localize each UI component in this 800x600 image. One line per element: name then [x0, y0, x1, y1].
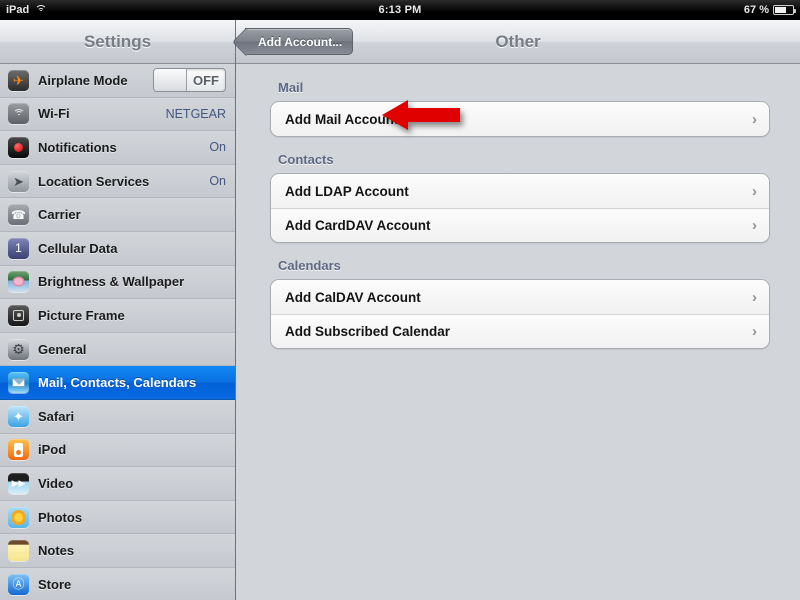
settings-row-label: Add Subscribed Calendar: [285, 324, 752, 339]
ipod-icon: [8, 439, 29, 460]
carrier-phone-icon: ☎: [8, 204, 29, 225]
sidebar-item-label: Brightness & Wallpaper: [38, 274, 235, 289]
location-icon: ➤: [8, 171, 29, 192]
settings-row-add-caldav-account[interactable]: Add CalDAV Account ›: [271, 280, 769, 314]
sidebar-item-label: Safari: [38, 409, 235, 424]
settings-row-add-ldap-account[interactable]: Add LDAP Account ›: [271, 174, 769, 208]
brightness-wallpaper-icon: [8, 271, 29, 292]
settings-group: Add Mail Account ›: [270, 101, 770, 137]
settings-group: Add LDAP Account › Add CardDAV Account ›: [270, 173, 770, 243]
cellular-antenna-icon: ὎1: [8, 238, 29, 259]
device-label: iPad: [6, 4, 29, 16]
sidebar-item-notifications[interactable]: Notifications On: [0, 131, 235, 165]
sidebar-item-label: Photos: [38, 510, 235, 525]
status-bar-right: 67 %: [600, 4, 800, 16]
battery-percent-label: 67 %: [744, 4, 769, 16]
safari-compass-icon: ✦: [8, 406, 29, 427]
mail-envelope-icon: [8, 372, 29, 393]
sidebar-item-label: Cellular Data: [38, 241, 235, 256]
settings-row-label: Add CardDAV Account: [285, 218, 752, 233]
photos-sunflower-icon: [8, 507, 29, 528]
sidebar-item-wi-fi[interactable]: Wi-Fi NETGEAR: [0, 98, 235, 132]
sidebar-item-video[interactable]: ▶▶ Video: [0, 467, 235, 501]
sidebar-header: Settings: [0, 20, 235, 64]
settings-row-label: Add Mail Account: [285, 112, 752, 127]
sidebar-item-carrier[interactable]: ☎ Carrier: [0, 198, 235, 232]
chevron-right-icon: ›: [752, 290, 757, 305]
sidebar-item-label: iPod: [38, 442, 235, 457]
wifi-icon: [8, 103, 29, 124]
chevron-right-icon: ›: [752, 324, 757, 339]
airplane-icon: ✈: [8, 70, 29, 91]
sidebar-item-picture-frame[interactable]: Picture Frame: [0, 299, 235, 333]
sidebar-item-value: On: [209, 174, 235, 188]
section-header: Contacts: [270, 152, 770, 173]
sidebar-item-brightness-wallpaper[interactable]: Brightness & Wallpaper: [0, 266, 235, 300]
sidebar-item-location-services[interactable]: ➤ Location Services On: [0, 165, 235, 199]
status-bar: iPad 6:13 PM 67 %: [0, 0, 800, 20]
sidebar-item-label: Store: [38, 577, 235, 592]
sidebar-item-label: Carrier: [38, 207, 235, 222]
toggle-state-label: OFF: [187, 73, 225, 88]
navigation-bar: Add Account... Other: [236, 20, 800, 64]
sidebar-item-value: On: [209, 140, 235, 154]
settings-row-add-mail-account[interactable]: Add Mail Account ›: [271, 102, 769, 136]
sidebar-item-label: General: [38, 342, 235, 357]
sidebar-item-ipod[interactable]: iPod: [0, 434, 235, 468]
app-store-icon: Ⓐ: [8, 574, 29, 595]
settings-row-add-subscribed-calendar[interactable]: Add Subscribed Calendar ›: [271, 314, 769, 348]
chevron-right-icon: ›: [752, 184, 757, 199]
video-clapperboard-icon: ▶▶: [8, 473, 29, 494]
airplane-mode-toggle[interactable]: OFF: [153, 68, 226, 92]
sidebar-item-notes[interactable]: Notes: [0, 534, 235, 568]
sidebar-item-photos[interactable]: Photos: [0, 501, 235, 535]
battery-icon: [773, 5, 794, 15]
picture-frame-icon: [8, 305, 29, 326]
sidebar-item-label: Notes: [38, 543, 235, 558]
sidebar-item-label: Mail, Contacts, Calendars: [38, 375, 235, 390]
sidebar-list: ✈ Airplane Mode OFF Wi-Fi NETGEAR Notificatio…: [0, 64, 235, 600]
sidebar-item-mail-contacts-calendars[interactable]: Mail, Contacts, Calendars: [0, 366, 235, 400]
sidebar-title: Settings: [84, 32, 151, 52]
sidebar-item-label: Location Services: [38, 174, 200, 189]
sidebar-item-value: NETGEAR: [166, 107, 235, 121]
settings-row-label: Add CalDAV Account: [285, 290, 752, 305]
section-header: Calendars: [270, 258, 770, 279]
gear-icon: ⚙: [8, 339, 29, 360]
detail-pane: Add Account... Other Mail Add Mail Accoun…: [236, 20, 800, 600]
sidebar-item-label: Airplane Mode: [38, 73, 144, 88]
sidebar-item-label: Wi-Fi: [38, 106, 157, 121]
sidebar-item-safari[interactable]: ✦ Safari: [0, 400, 235, 434]
status-bar-left: iPad: [0, 4, 200, 16]
status-bar-time: 6:13 PM: [200, 4, 600, 16]
back-button[interactable]: Add Account...: [245, 28, 353, 55]
sidebar-item-general[interactable]: ⚙ General: [0, 333, 235, 367]
notes-pad-icon: [8, 540, 29, 561]
settings-row-label: Add LDAP Account: [285, 184, 752, 199]
sidebar-item-airplane-mode[interactable]: ✈ Airplane Mode OFF: [0, 64, 235, 98]
wifi-icon: [34, 5, 47, 15]
sidebar-item-label: Video: [38, 476, 235, 491]
sidebar-item-label: Picture Frame: [38, 308, 235, 323]
notifications-icon: [8, 137, 29, 158]
settings-row-add-carddav-account[interactable]: Add CardDAV Account ›: [271, 208, 769, 242]
sidebar-item-label: Notifications: [38, 140, 200, 155]
settings-sidebar: Settings ✈ Airplane Mode OFF Wi-Fi NETGEAR No…: [0, 20, 236, 600]
chevron-right-icon: ›: [752, 112, 757, 127]
sidebar-item-cellular-data[interactable]: ὎1 Cellular Data: [0, 232, 235, 266]
section-header: Mail: [270, 80, 770, 101]
chevron-right-icon: ›: [752, 218, 757, 233]
sidebar-item-store[interactable]: Ⓐ Store: [0, 568, 235, 600]
settings-group: Add CalDAV Account › Add Subscribed Calend…: [270, 279, 770, 349]
back-button-label: Add Account...: [258, 35, 342, 49]
settings-content: Mail Add Mail Account › Contacts Add LDAP Ac…: [236, 64, 800, 600]
toggle-knob: [154, 69, 187, 91]
